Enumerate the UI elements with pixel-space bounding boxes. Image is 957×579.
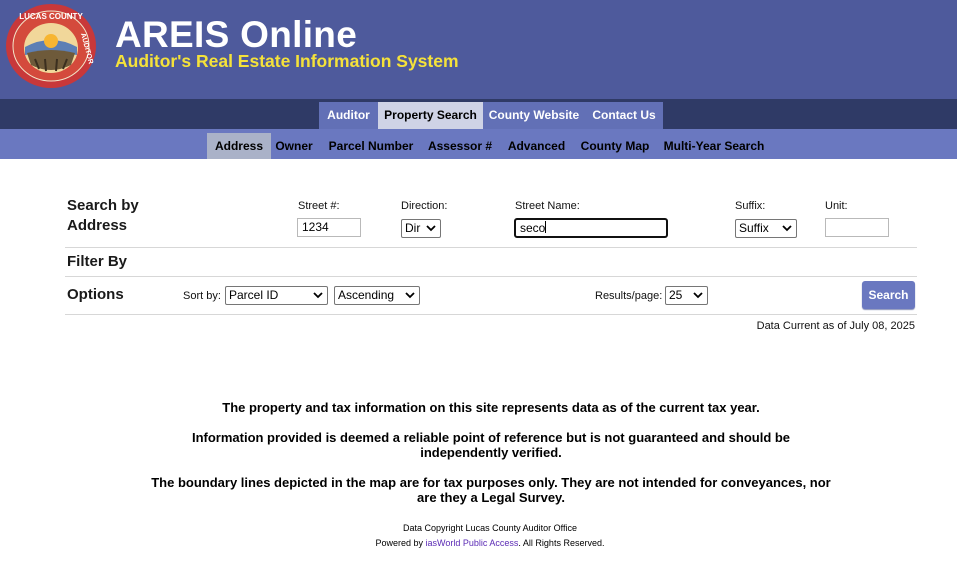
divider [65, 247, 917, 248]
site-header: LUCAS COUNTY AUDITOR AREIS Online Audito… [0, 0, 957, 99]
suffix-select[interactable]: Suffix [735, 219, 797, 238]
search-type-nav: Address Owner Parcel Number Assessor # A… [0, 129, 957, 159]
subnav-tab-advanced[interactable]: Advanced [503, 133, 570, 159]
unit-input[interactable] [825, 218, 889, 237]
subnav-tab-county-map[interactable]: County Map [576, 133, 654, 159]
street-number-input[interactable]: 1234 [297, 218, 361, 237]
sort-field-value: Parcel ID [229, 288, 279, 302]
chevron-down-icon [693, 292, 703, 299]
sort-order-value: Ascending [338, 288, 395, 302]
search-button[interactable]: Search [862, 281, 915, 309]
street-name-value: seco [520, 221, 546, 235]
unit-label: Unit: [825, 200, 848, 212]
notice-reliability: Information provided is deemed a reliabl… [191, 430, 791, 460]
lucas-county-auditor-seal-logo[interactable]: LUCAS COUNTY AUDITOR [5, 3, 97, 89]
filter-by-heading[interactable]: Filter By [67, 252, 127, 272]
results-per-page-select[interactable]: 25 [665, 286, 708, 305]
subnav-tab-address[interactable]: Address [207, 133, 271, 159]
iasworld-link[interactable]: iasWorld Public Access [426, 538, 519, 548]
search-by-heading-line2: Address [67, 217, 128, 234]
top-nav-tab-property-search[interactable]: Property Search [378, 102, 483, 129]
powered-by-suffix: . All Rights Reserved. [518, 538, 605, 548]
subnav-tab-multi-year-search[interactable]: Multi-Year Search [661, 133, 767, 159]
text-cursor [545, 221, 547, 233]
direction-select[interactable]: Dir [401, 219, 441, 238]
search-by-heading-line1: Search by [67, 197, 139, 214]
top-nav-tab-auditor[interactable]: Auditor [319, 102, 378, 129]
chevron-down-icon [426, 225, 436, 232]
direction-label: Direction: [401, 200, 448, 212]
data-current-date: Data Current as of July 08, 2025 [756, 320, 915, 332]
street-name-input[interactable]: seco [514, 218, 668, 238]
top-nav-tab-contact-us[interactable]: Contact Us [585, 102, 663, 129]
subnav-tab-parcel-number[interactable]: Parcel Number [324, 133, 418, 159]
notice-boundary-lines: The boundary lines depicted in the map a… [151, 475, 831, 505]
chevron-down-icon [405, 292, 415, 299]
notice-tax-year: The property and tax information on this… [222, 400, 760, 415]
footer-copyright: Data Copyright Lucas County Auditor Offi… [403, 523, 577, 533]
sort-field-select[interactable]: Parcel ID [225, 286, 328, 305]
app-subtitle: Auditor's Real Estate Information System [115, 51, 459, 71]
top-nav: Auditor Property Search County Website C… [0, 99, 957, 129]
sort-by-label: Sort by: [183, 290, 221, 302]
divider [65, 314, 917, 315]
results-per-page-label: Results/page: [595, 290, 663, 302]
divider [65, 276, 917, 277]
street-name-label: Street Name: [515, 200, 580, 212]
subnav-tab-assessor-number[interactable]: Assessor # [424, 133, 496, 159]
options-heading: Options [67, 286, 124, 303]
chevron-down-icon [782, 225, 792, 232]
chevron-down-icon [313, 292, 323, 299]
suffix-select-value: Suffix [739, 221, 769, 235]
svg-text:LUCAS COUNTY: LUCAS COUNTY [19, 12, 83, 21]
top-nav-tab-county-website[interactable]: County Website [483, 102, 585, 129]
suffix-label: Suffix: [735, 200, 766, 212]
powered-by-prefix: Powered by [375, 538, 426, 548]
sort-order-select[interactable]: Ascending [334, 286, 420, 305]
subnav-tab-owner[interactable]: Owner [271, 133, 317, 159]
street-number-label: Street #: [298, 200, 340, 212]
results-per-page-value: 25 [669, 288, 683, 302]
footer-powered-by: Powered by iasWorld Public Access. All R… [0, 538, 957, 548]
direction-select-value: Dir [405, 221, 421, 235]
